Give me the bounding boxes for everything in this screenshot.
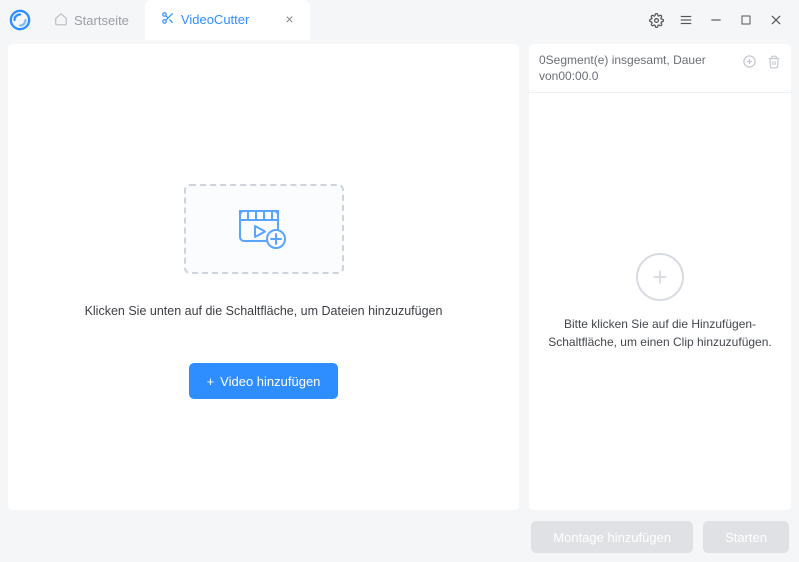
add-segment-button[interactable]	[742, 54, 757, 72]
tab-home[interactable]: Startseite	[38, 0, 145, 40]
window-controls	[647, 11, 791, 29]
side-header-actions	[742, 54, 781, 72]
add-video-button-label: Video hinzufügen	[220, 374, 320, 389]
segment-summary-line1: 0Segment(e) insgesamt, Dauer	[539, 52, 734, 68]
scissors-icon	[161, 11, 175, 28]
app-logo-icon	[8, 8, 32, 32]
plus-icon: +	[207, 374, 215, 389]
side-header: 0Segment(e) insgesamt, Dauer von00:00.0	[529, 44, 791, 93]
side-hint-line2: Schaltfläche, um einen Clip hinzuzufügen…	[548, 333, 771, 351]
side-body: + Bitte klicken Sie auf die Hinzufügen- …	[529, 93, 791, 510]
add-video-button[interactable]: + Video hinzufügen	[189, 363, 339, 399]
settings-button[interactable]	[647, 11, 665, 29]
main-panel: Klicken Sie unten auf die Schaltfläche, …	[8, 44, 519, 510]
delete-segment-button[interactable]	[767, 55, 781, 72]
maximize-button[interactable]	[737, 11, 755, 29]
tab-videocutter-label: VideoCutter	[181, 12, 249, 27]
montage-button[interactable]: Montage hinzufügen	[531, 521, 693, 553]
start-button[interactable]: Starten	[703, 521, 789, 553]
home-icon	[54, 12, 68, 29]
side-hint-text: Bitte klicken Sie auf die Hinzufügen- Sc…	[548, 315, 771, 351]
add-clip-button[interactable]: +	[636, 253, 684, 301]
main-hint-text: Klicken Sie unten auf die Schaltfläche, …	[85, 304, 443, 318]
file-dropzone[interactable]	[184, 184, 344, 274]
tab-close-button[interactable]: ×	[285, 11, 293, 27]
close-button[interactable]	[767, 11, 785, 29]
titlebar: Startseite VideoCutter ×	[0, 0, 799, 40]
tab-home-label: Startseite	[74, 13, 129, 28]
menu-button[interactable]	[677, 11, 695, 29]
side-hint-line1: Bitte klicken Sie auf die Hinzufügen-	[548, 315, 771, 333]
side-panel: 0Segment(e) insgesamt, Dauer von00:00.0 …	[529, 44, 791, 510]
segment-summary: 0Segment(e) insgesamt, Dauer von00:00.0	[539, 52, 734, 84]
content-area: Klicken Sie unten auf die Schaltfläche, …	[0, 40, 799, 518]
footer: Montage hinzufügen Starten	[0, 518, 799, 562]
tab-videocutter[interactable]: VideoCutter ×	[145, 0, 310, 40]
segment-summary-line2: von00:00.0	[539, 68, 734, 84]
app-window: Startseite VideoCutter ×	[0, 0, 799, 562]
video-add-icon	[236, 205, 292, 254]
plus-circle-icon: +	[652, 264, 667, 290]
minimize-button[interactable]	[707, 11, 725, 29]
